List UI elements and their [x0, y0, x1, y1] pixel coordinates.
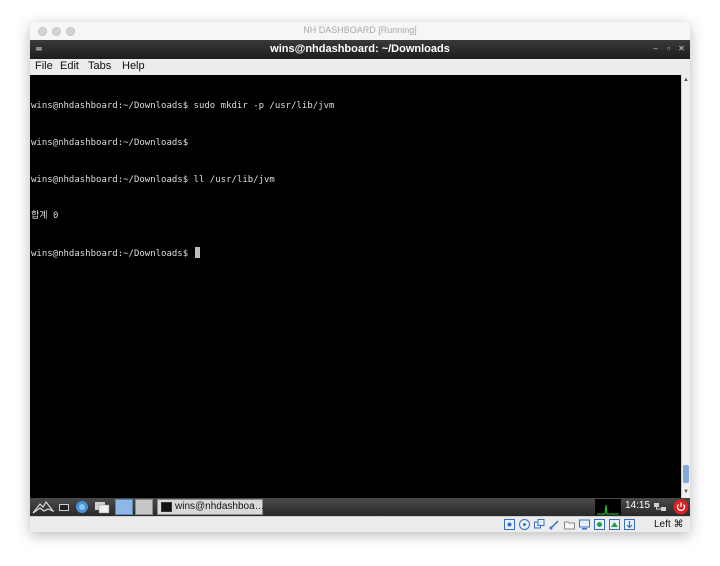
host-key-label: Left ⌘ — [654, 519, 684, 530]
workspace-1[interactable] — [115, 499, 133, 515]
power-icon[interactable] — [673, 499, 689, 515]
cpu-activity-icon[interactable] — [624, 519, 635, 530]
menu-tabs[interactable]: Tabs — [88, 60, 111, 72]
terminal-line: wins@nhdashboard:~/Downloads$ ll /usr/li… — [31, 174, 275, 185]
terminal-scrollbar[interactable]: ▲ ▼ — [681, 75, 690, 498]
menubar: File Edit Tabs Help — [30, 59, 690, 75]
menu-file[interactable]: File — [35, 60, 53, 72]
usb-icon[interactable] — [549, 519, 560, 530]
minimize-icon[interactable]: – — [650, 43, 661, 55]
text-cursor — [194, 246, 200, 258]
guest-window-title: wins@nhdashboard: ~/Downloads — [270, 43, 450, 55]
cpu-graph-icon — [595, 499, 621, 515]
host-window-title: NH DASHBOARD [Running] — [303, 25, 417, 35]
scroll-down-icon[interactable]: ▼ — [682, 487, 690, 497]
terminal-line: wins@nhdashboard:~/Downloads$ sudo mkdir… — [31, 101, 335, 112]
maximize-icon[interactable]: ▫ — [663, 43, 674, 55]
audio-icon[interactable] — [534, 519, 545, 530]
host-titlebar[interactable]: NH DASHBOARD [Running] — [30, 22, 690, 40]
panel-clock[interactable]: 14:15 — [625, 500, 650, 511]
menu-edit[interactable]: Edit — [60, 60, 79, 72]
video-capture-icon[interactable] — [594, 519, 605, 530]
terminal-output[interactable]: wins@nhdashboard:~/Downloads$ sudo mkdir… — [30, 75, 681, 498]
kali-dragon-icon[interactable] — [32, 500, 54, 514]
scrollbar-thumb[interactable] — [683, 465, 689, 483]
browser-icon[interactable] — [75, 500, 89, 514]
workspace-2[interactable] — [135, 499, 153, 515]
terminal-launcher-icon[interactable] — [58, 500, 70, 514]
guest-titlebar[interactable]: ≖ wins@nhdashboard: ~/Downloads – ▫ ✕ — [30, 40, 690, 59]
close-icon[interactable]: ✕ — [676, 43, 687, 55]
terminal-icon — [161, 502, 172, 512]
guest-panel: wins@nhdashboa… 14:15 — [30, 498, 690, 516]
terminal-prompt-line: wins@nhdashboard:~/Downloads$ — [31, 246, 681, 259]
virtualbox-window: NH DASHBOARD [Running] ≖ wins@nhdashboar… — [30, 22, 690, 532]
taskbar-task-label: wins@nhdashboa… — [175, 501, 265, 512]
taskbar-terminal-button[interactable]: wins@nhdashboa… — [157, 499, 265, 515]
display-icon[interactable] — [579, 519, 590, 530]
scroll-up-icon[interactable]: ▲ — [682, 75, 690, 85]
virtualbox-status-bar: Left ⌘ — [30, 516, 690, 532]
terminal-line: 합계 0 — [31, 211, 59, 222]
terminal-line: wins@nhdashboard:~/Downloads$ — [31, 138, 189, 148]
show-desktop-icon[interactable] — [94, 500, 110, 514]
hard-disk-icon[interactable] — [504, 519, 515, 530]
network-adapter-icon[interactable] — [609, 519, 620, 530]
network-icon[interactable] — [653, 500, 667, 514]
optical-drive-icon[interactable] — [519, 519, 530, 530]
menu-help[interactable]: Help — [122, 60, 145, 72]
terminal-prompt: wins@nhdashboard:~/Downloads$ — [31, 248, 194, 259]
shared-folder-icon[interactable] — [564, 519, 575, 530]
